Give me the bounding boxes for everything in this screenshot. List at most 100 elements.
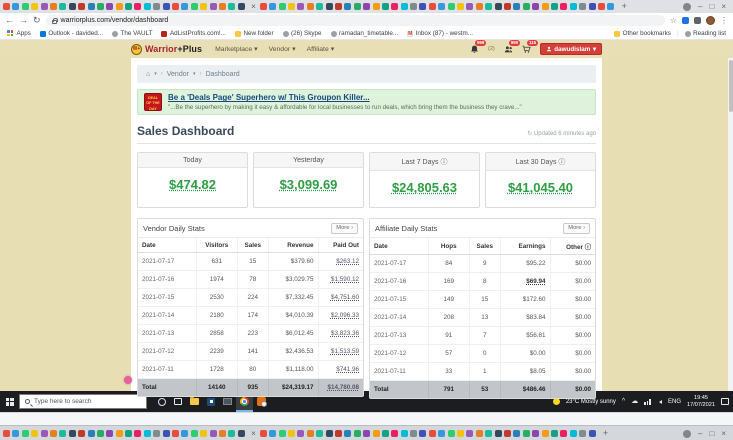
tab-favicon[interactable] bbox=[259, 430, 267, 437]
tab-favicon[interactable] bbox=[218, 3, 226, 10]
tab-favicon[interactable] bbox=[190, 3, 198, 10]
tab-favicon[interactable] bbox=[419, 3, 427, 10]
tab-favicon[interactable] bbox=[466, 3, 474, 10]
tab-favicon[interactable] bbox=[372, 430, 380, 437]
tab-favicon[interactable] bbox=[78, 430, 86, 437]
language-indicator[interactable]: ENG bbox=[668, 399, 681, 405]
tab-favicon[interactable] bbox=[12, 3, 20, 10]
tab-favicon[interactable] bbox=[96, 430, 104, 437]
tab-favicon[interactable] bbox=[522, 3, 530, 10]
volume-icon[interactable] bbox=[657, 399, 662, 404]
tab-favicon[interactable] bbox=[190, 430, 198, 437]
tab-favicon[interactable] bbox=[466, 430, 474, 437]
tab-favicon[interactable] bbox=[278, 430, 286, 437]
paid-out-link[interactable]: $2,096.33 bbox=[317, 306, 363, 325]
tab-favicon[interactable] bbox=[334, 3, 342, 10]
tab-favicon[interactable] bbox=[447, 3, 455, 10]
tab-favicon[interactable] bbox=[325, 3, 333, 10]
window-close-button[interactable]: × bbox=[721, 429, 726, 438]
tab-favicon[interactable] bbox=[125, 3, 133, 10]
tab-favicon[interactable] bbox=[325, 430, 333, 437]
tab-favicon[interactable] bbox=[438, 3, 446, 10]
tab-favicon[interactable] bbox=[391, 3, 399, 10]
new-tab-button[interactable]: + bbox=[603, 429, 608, 438]
tab-favicon[interactable] bbox=[513, 430, 521, 437]
tab-favicon[interactable] bbox=[68, 3, 76, 10]
tab-favicon[interactable] bbox=[78, 3, 86, 10]
breadcrumb-vendor[interactable]: Vendor bbox=[167, 71, 189, 78]
window-minimize-button[interactable]: – bbox=[698, 429, 702, 438]
bookmark-item[interactable]: New folder bbox=[234, 30, 274, 37]
tab-favicon[interactable] bbox=[400, 430, 408, 437]
window-close-button[interactable]: × bbox=[721, 2, 726, 11]
new-tab-button[interactable]: + bbox=[622, 2, 627, 11]
extension-icon[interactable] bbox=[694, 17, 701, 24]
tab-favicon[interactable] bbox=[181, 3, 189, 10]
weather-text[interactable]: 23°C Mostly sunny bbox=[566, 399, 616, 405]
tab-favicon[interactable] bbox=[134, 3, 142, 10]
tab-favicon[interactable] bbox=[21, 3, 29, 10]
tab-favicon[interactable] bbox=[494, 3, 502, 10]
tab-favicon[interactable] bbox=[3, 3, 10, 10]
tab-favicon[interactable] bbox=[353, 3, 361, 10]
tab-favicon[interactable] bbox=[485, 3, 493, 10]
nav-affiliate[interactable]: Affiliate ▾ bbox=[307, 45, 335, 54]
tab-favicon[interactable] bbox=[316, 430, 324, 437]
tab-favicon[interactable] bbox=[209, 430, 217, 437]
chat-widget-button[interactable] bbox=[124, 376, 132, 384]
page-scrollbar[interactable] bbox=[728, 58, 733, 391]
bookmark-item[interactable]: ramadan_timetable... bbox=[330, 30, 398, 37]
tab-favicon[interactable] bbox=[12, 430, 20, 437]
tab-favicon[interactable] bbox=[607, 3, 615, 10]
tab-favicon[interactable] bbox=[410, 430, 418, 437]
tab-favicon[interactable] bbox=[569, 430, 577, 437]
bookmark-item[interactable]: The VAULT bbox=[111, 30, 152, 37]
notifications-button[interactable]: 999 bbox=[470, 40, 487, 54]
tab-favicon[interactable] bbox=[532, 430, 540, 437]
tab-favicon[interactable] bbox=[162, 3, 170, 10]
bookmark-item[interactable]: Outlook - davided... bbox=[39, 30, 103, 37]
tab-favicon[interactable] bbox=[237, 3, 245, 10]
tab-favicon[interactable] bbox=[569, 3, 577, 10]
tab-favicon[interactable] bbox=[87, 3, 95, 10]
browser-avatar[interactable] bbox=[706, 16, 715, 25]
tab-favicon[interactable] bbox=[438, 430, 446, 437]
tab-favicon[interactable] bbox=[106, 430, 114, 437]
tab-favicon[interactable] bbox=[391, 430, 399, 437]
tab-favicon[interactable] bbox=[579, 3, 587, 10]
tab-favicon[interactable] bbox=[400, 3, 408, 10]
tab-favicon[interactable] bbox=[40, 430, 48, 437]
reading-list-button[interactable]: Reading list bbox=[684, 30, 726, 37]
forward-button[interactable]: → bbox=[19, 16, 28, 25]
nav-vendor[interactable]: Vendor ▾ bbox=[269, 45, 296, 54]
browser-profile-icon[interactable] bbox=[683, 429, 692, 438]
tab-favicon[interactable] bbox=[475, 430, 483, 437]
tab-favicon[interactable] bbox=[344, 3, 352, 10]
tab-favicon[interactable] bbox=[200, 3, 208, 10]
tab-favicon[interactable] bbox=[550, 3, 558, 10]
vendor-more-button[interactable]: More › bbox=[331, 222, 358, 234]
stat-card-value[interactable]: $41,045.40 bbox=[508, 180, 573, 195]
paid-out-link[interactable]: $263.12 bbox=[317, 252, 363, 271]
tab-favicon[interactable] bbox=[541, 430, 549, 437]
tab-favicon[interactable] bbox=[237, 430, 245, 437]
tab-favicon[interactable] bbox=[209, 3, 217, 10]
tab-favicon[interactable] bbox=[40, 3, 48, 10]
tab-favicon[interactable] bbox=[485, 430, 493, 437]
taskbar-clock[interactable]: 19:45 17/07/2021 bbox=[687, 395, 715, 409]
tab-favicon[interactable] bbox=[297, 3, 305, 10]
stat-card-value[interactable]: $474.82 bbox=[169, 177, 216, 192]
onedrive-icon[interactable]: ☁ bbox=[631, 398, 638, 405]
tab-favicon[interactable] bbox=[579, 430, 587, 437]
user-menu-button[interactable]: dawudislam ▾ bbox=[539, 43, 602, 55]
window-maximize-button[interactable]: □ bbox=[709, 2, 714, 11]
tab-favicon[interactable] bbox=[259, 3, 267, 10]
other-bookmarks-button[interactable]: Other bookmarks bbox=[614, 30, 671, 37]
tab-favicon[interactable] bbox=[353, 430, 361, 437]
bookmark-item[interactable]: (26) Skype bbox=[282, 30, 322, 37]
tab-favicon[interactable] bbox=[162, 430, 170, 437]
warriorplus-logo[interactable]: W+ Warrior+Plus bbox=[131, 43, 202, 55]
tab-favicon[interactable] bbox=[588, 3, 596, 10]
affiliates-button[interactable]: 999 bbox=[504, 40, 520, 54]
tab-favicon[interactable] bbox=[288, 3, 295, 10]
